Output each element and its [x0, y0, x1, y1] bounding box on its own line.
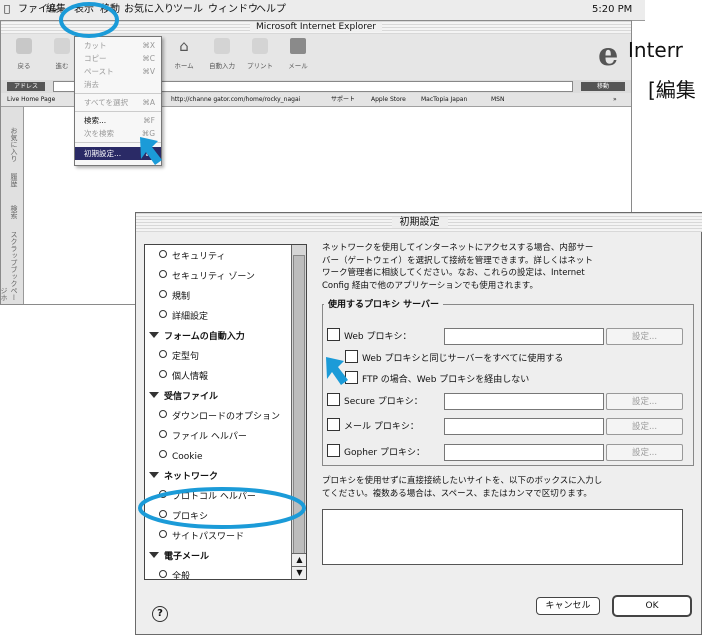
highlight-circle-edit-menu [59, 2, 119, 38]
pointer-arrow-icon [140, 137, 162, 165]
annotation-overlay [59, 2, 348, 529]
pointer-arrow-icon [326, 357, 348, 385]
highlight-circle-proxies [138, 487, 306, 529]
